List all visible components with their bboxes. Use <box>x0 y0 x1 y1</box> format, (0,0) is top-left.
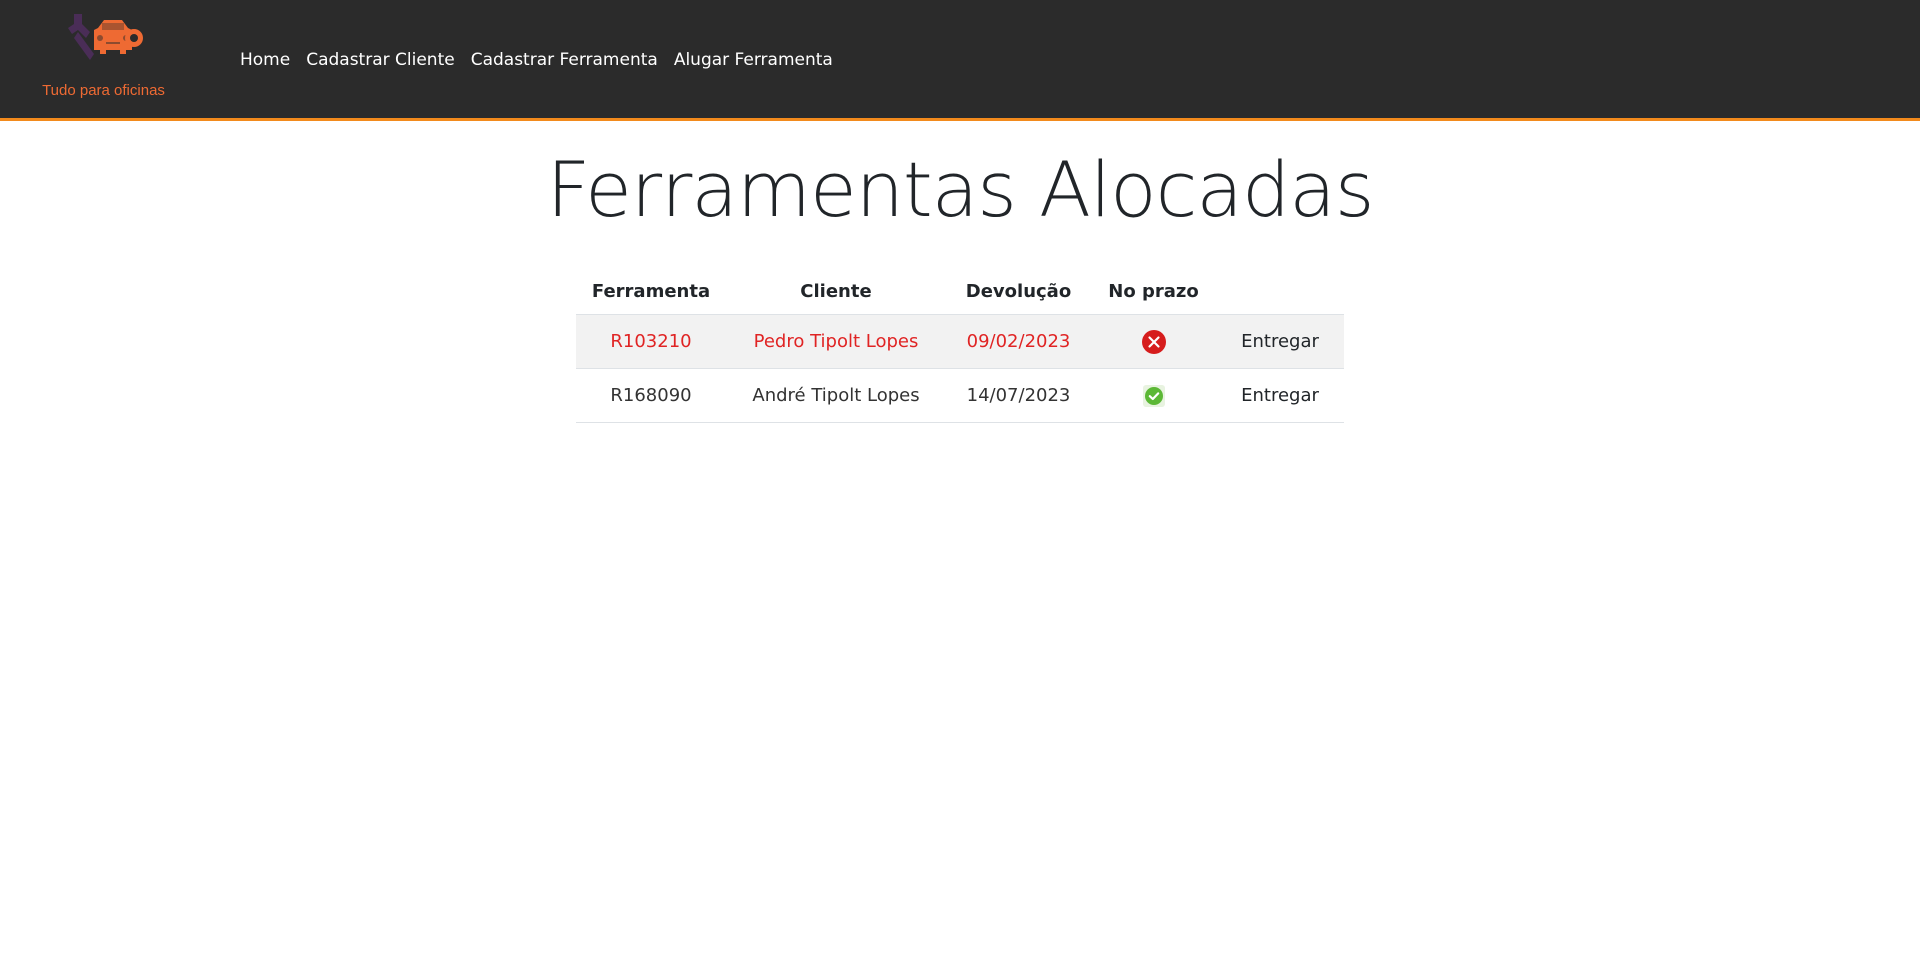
table-header-row: Ferramenta Cliente Devolução No prazo <box>576 268 1344 315</box>
cell-ferramenta: R103210 <box>576 314 726 369</box>
cell-no-prazo <box>1091 314 1216 369</box>
wrench-car-icon <box>68 14 143 60</box>
table-header: Ferramenta Cliente Devolução No prazo <box>576 268 1344 315</box>
header-ferramenta: Ferramenta <box>576 268 726 315</box>
rentals-table: Ferramenta Cliente Devolução No prazo R1… <box>576 268 1344 423</box>
brand-tagline: Tudo para oficinas <box>42 82 165 99</box>
entregar-button[interactable]: Entregar <box>1233 327 1327 356</box>
nav-cadastrar-cliente[interactable]: Cadastrar Cliente <box>298 48 463 72</box>
cell-devolucao: 14/07/2023 <box>946 368 1091 423</box>
page-title: Ferramentas Alocadas <box>546 145 1375 234</box>
check-circle-icon <box>1142 384 1165 407</box>
cell-no-prazo <box>1091 368 1216 423</box>
header-cliente: Cliente <box>726 268 946 315</box>
entregar-button[interactable]: Entregar <box>1233 381 1327 410</box>
table-row: R168090 André Tipolt Lopes 14/07/2023 En… <box>576 368 1344 423</box>
cell-cliente: André Tipolt Lopes <box>726 368 946 423</box>
navbar: Tudo para oficinas Home Cadastrar Client… <box>0 0 1920 121</box>
header-no-prazo: No prazo <box>1091 268 1216 315</box>
header-action <box>1216 268 1344 315</box>
cell-action: Entregar <box>1216 368 1344 423</box>
nav-alugar-ferramenta[interactable]: Alugar Ferramenta <box>666 48 841 72</box>
table-row: R103210 Pedro Tipolt Lopes 09/02/2023 En… <box>576 314 1344 369</box>
cell-ferramenta: R168090 <box>576 368 726 423</box>
main-nav: Home Cadastrar Cliente Cadastrar Ferrame… <box>232 48 841 72</box>
table-body: R103210 Pedro Tipolt Lopes 09/02/2023 En… <box>576 314 1344 423</box>
cell-cliente: Pedro Tipolt Lopes <box>726 314 946 369</box>
nav-cadastrar-ferramenta[interactable]: Cadastrar Ferramenta <box>463 48 666 72</box>
header-devolucao: Devolução <box>946 268 1091 315</box>
x-circle-icon <box>1141 329 1166 354</box>
brand-home-link[interactable]: Tudo para oficinas <box>36 8 171 108</box>
cell-devolucao: 09/02/2023 <box>946 314 1091 369</box>
nav-home[interactable]: Home <box>232 48 298 72</box>
cell-action: Entregar <box>1216 314 1344 369</box>
